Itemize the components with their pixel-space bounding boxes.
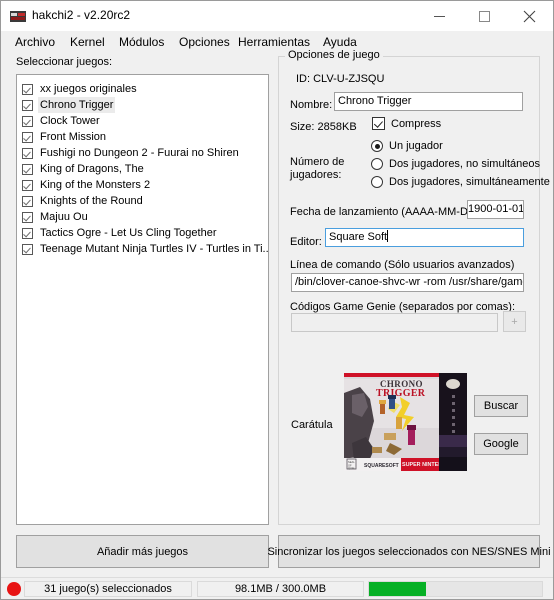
game-options-legend: Opciones de juego bbox=[285, 49, 383, 61]
list-item[interactable]: Knights of the Round bbox=[17, 193, 268, 209]
list-item[interactable]: Tactics Ogre - Let Us Cling Together bbox=[17, 225, 268, 241]
cover-art[interactable]: CHRONO TRIGGER SEAL OF QUAL SQUARESOFT S… bbox=[344, 373, 467, 471]
radio-icon[interactable] bbox=[371, 140, 383, 152]
players-label-line1: Número de bbox=[290, 156, 345, 168]
menu-modulos[interactable]: Módulos bbox=[116, 34, 167, 51]
list-item[interactable]: xx juegos originales bbox=[17, 81, 268, 97]
checkbox-icon[interactable] bbox=[22, 83, 33, 95]
game-id-label: ID: CLV-U-ZJSQU bbox=[296, 73, 385, 85]
checkbox-icon[interactable] bbox=[22, 211, 33, 223]
radio-two-players-nonsimultaneous[interactable]: Dos jugadores, no simultáneos bbox=[371, 158, 540, 170]
list-item[interactable]: Fushigi no Dungeon 2 - Fuurai no Shiren bbox=[17, 145, 268, 161]
name-input[interactable]: Chrono Trigger bbox=[334, 92, 523, 111]
close-icon bbox=[523, 10, 536, 22]
maximize-icon bbox=[479, 10, 490, 22]
list-item[interactable]: Majuu Ou bbox=[17, 209, 268, 225]
checkbox-icon[interactable] bbox=[372, 117, 385, 130]
game-genie-add-button[interactable]: + bbox=[503, 311, 526, 332]
list-item[interactable]: Front Mission bbox=[17, 129, 268, 145]
menu-bar: Archivo Kernel Módulos Opciones Herramie… bbox=[1, 31, 553, 53]
close-button[interactable] bbox=[507, 1, 552, 31]
text-caret bbox=[387, 230, 389, 242]
minimize-icon bbox=[434, 15, 445, 17]
checkbox-icon[interactable] bbox=[22, 147, 33, 159]
selected-count-status: 31 juego(s) seleccionados bbox=[24, 581, 192, 597]
checkbox-icon[interactable] bbox=[22, 115, 33, 127]
menu-kernel[interactable]: Kernel bbox=[67, 34, 108, 51]
title-bar: hakchi2 - v2.20rc2 bbox=[1, 1, 553, 31]
menu-archivo[interactable]: Archivo bbox=[12, 34, 58, 51]
select-games-label: Seleccionar juegos: bbox=[16, 56, 113, 68]
publisher-label: Editor: bbox=[290, 236, 322, 248]
checkbox-icon[interactable] bbox=[22, 131, 33, 143]
publisher-input[interactable]: Square Soft bbox=[325, 228, 524, 247]
compress-checkbox[interactable]: Compress bbox=[372, 117, 441, 130]
checkbox-icon[interactable] bbox=[22, 99, 33, 111]
command-line-label: Línea de comando (Sólo usuarios avanzado… bbox=[290, 259, 515, 271]
list-item[interactable]: King of the Monsters 2 bbox=[17, 177, 268, 193]
radio-icon[interactable] bbox=[371, 158, 383, 170]
window-title: hakchi2 - v2.20rc2 bbox=[32, 8, 131, 22]
size-label: Size: 2858KB bbox=[290, 121, 357, 133]
progress-bar-fill bbox=[369, 582, 427, 596]
checkbox-icon[interactable] bbox=[22, 243, 33, 255]
add-more-games-button[interactable]: Añadir más juegos bbox=[16, 535, 269, 568]
cover-label: Carátula bbox=[291, 419, 333, 431]
minimize-button[interactable] bbox=[417, 1, 462, 31]
radio-icon[interactable] bbox=[371, 176, 383, 188]
google-cover-button[interactable]: Google bbox=[474, 433, 528, 455]
checkbox-icon[interactable] bbox=[22, 227, 33, 239]
sync-games-button[interactable]: Sincronizar los juegos seleccionados con… bbox=[267, 535, 551, 568]
game-genie-label: Códigos Game Genie (separados por comas)… bbox=[290, 301, 515, 313]
checkbox-icon[interactable] bbox=[22, 195, 33, 207]
checkbox-icon[interactable] bbox=[22, 179, 33, 191]
radio-label: Dos jugadores, simultáneamente bbox=[389, 176, 550, 188]
status-bar: 31 juego(s) seleccionados 98.1MB / 300.0… bbox=[1, 577, 553, 599]
checkbox-icon[interactable] bbox=[22, 163, 33, 175]
menu-opciones[interactable]: Opciones bbox=[176, 34, 233, 51]
radio-one-player[interactable]: Un jugador bbox=[371, 140, 443, 152]
memory-status: 98.1MB / 300.0MB bbox=[197, 581, 364, 597]
radio-label: Un jugador bbox=[389, 140, 443, 152]
svg-text:QUAL: QUAL bbox=[348, 466, 356, 470]
status-indicator-icon bbox=[7, 582, 21, 596]
radio-label: Dos jugadores, no simultáneos bbox=[389, 158, 541, 170]
game-genie-input[interactable] bbox=[291, 313, 498, 332]
list-item[interactable]: Chrono Trigger bbox=[17, 97, 268, 113]
games-listbox[interactable]: xx juegos originales Chrono Trigger Cloc… bbox=[16, 74, 269, 525]
browse-cover-button[interactable]: Buscar bbox=[474, 395, 528, 417]
release-date-input[interactable]: 1900-01-01 bbox=[467, 200, 524, 219]
radio-two-players-simultaneous[interactable]: Dos jugadores, simultáneamente bbox=[371, 176, 550, 188]
console-icon bbox=[10, 10, 26, 23]
name-label: Nombre: bbox=[290, 99, 333, 111]
publisher-value: Square Soft bbox=[329, 231, 388, 243]
release-date-label: Fecha de lanzamiento (AAAA-MM-DD) bbox=[290, 206, 480, 218]
progress-bar bbox=[368, 581, 543, 597]
svg-text:SEAL: SEAL bbox=[348, 460, 355, 464]
list-item[interactable]: Teenage Mutant Ninja Turtles IV - Turtle… bbox=[17, 241, 268, 257]
svg-text:TRIGGER: TRIGGER bbox=[376, 388, 426, 399]
list-item[interactable]: Clock Tower bbox=[17, 113, 268, 129]
compress-label: Compress bbox=[391, 117, 442, 130]
hakchi2-window: hakchi2 - v2.20rc2 Archivo Kernel Módulo… bbox=[0, 0, 554, 600]
players-label-line2: jugadores: bbox=[290, 169, 342, 181]
svg-text:SQUARESOFT: SQUARESOFT bbox=[364, 463, 399, 469]
maximize-button[interactable] bbox=[462, 1, 507, 31]
list-item[interactable]: King of Dragons, The bbox=[17, 161, 268, 177]
command-line-input[interactable]: /bin/clover-canoe-shvc-wr -rom /usr/shar… bbox=[291, 273, 524, 292]
